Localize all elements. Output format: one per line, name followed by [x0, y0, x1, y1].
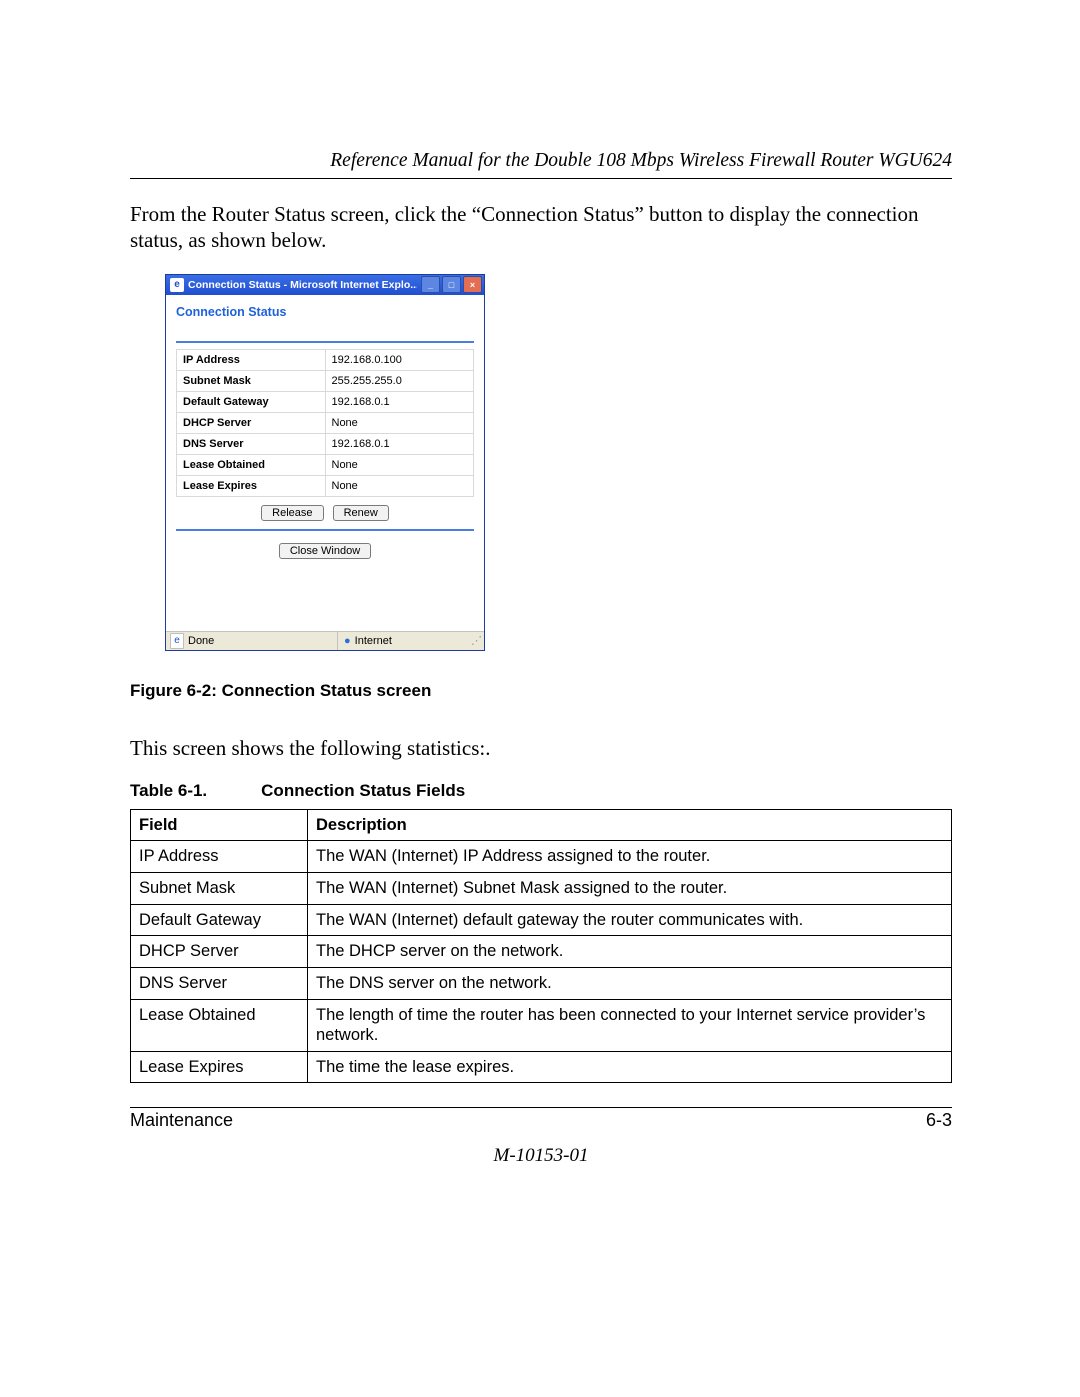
- table-caption: Table 6-1. Connection Status Fields: [130, 781, 952, 801]
- cell-description: The length of time the router has been c…: [308, 999, 952, 1051]
- cell-description: The WAN (Internet) IP Address assigned t…: [308, 841, 952, 873]
- row-value: None: [325, 454, 474, 475]
- mid-paragraph: This screen shows the following statisti…: [130, 735, 952, 761]
- row-label: IP Address: [177, 349, 326, 370]
- page-footer: Maintenance 6-3: [130, 1110, 952, 1131]
- footer-divider: [130, 1107, 952, 1108]
- cell-field: DNS Server: [131, 967, 308, 999]
- row-value: 255.255.255.0: [325, 370, 474, 391]
- row-value: None: [325, 475, 474, 496]
- cell-field: IP Address: [131, 841, 308, 873]
- table-row: Lease ObtainedNone: [177, 454, 474, 475]
- table-row: Lease ExpiresThe time the lease expires.: [131, 1051, 952, 1083]
- footer-page-number: 6-3: [926, 1110, 952, 1131]
- row-value: 192.168.0.100: [325, 349, 474, 370]
- row-label: Default Gateway: [177, 391, 326, 412]
- running-header: Reference Manual for the Double 108 Mbps…: [130, 150, 952, 172]
- connection-status-heading: Connection Status: [176, 305, 474, 319]
- document-icon: e: [170, 633, 184, 649]
- release-button[interactable]: Release: [261, 505, 323, 521]
- cell-description: The DNS server on the network.: [308, 967, 952, 999]
- table-row: Lease ObtainedThe length of time the rou…: [131, 999, 952, 1051]
- minimize-icon[interactable]: _: [421, 276, 440, 293]
- table-row: Default Gateway192.168.0.1: [177, 391, 474, 412]
- row-label: Lease Expires: [177, 475, 326, 496]
- row-label: DHCP Server: [177, 412, 326, 433]
- maximize-icon[interactable]: □: [442, 276, 461, 293]
- table-caption-label: Table 6-1.: [130, 781, 207, 800]
- divider-top: [176, 341, 474, 343]
- cell-description: The WAN (Internet) default gateway the r…: [308, 904, 952, 936]
- table-row: IP Address192.168.0.100: [177, 349, 474, 370]
- renew-button[interactable]: Renew: [333, 505, 389, 521]
- status-done-label: Done: [188, 635, 214, 647]
- ie-status-bar: e Done ● Internet ⋰: [166, 631, 484, 650]
- cell-field: Subnet Mask: [131, 873, 308, 905]
- cell-description: The DHCP server on the network.: [308, 936, 952, 968]
- connection-status-fields-table: Field Description IP AddressThe WAN (Int…: [130, 809, 952, 1084]
- row-label: Subnet Mask: [177, 370, 326, 391]
- footer-section: Maintenance: [130, 1110, 233, 1131]
- table-row: Subnet MaskThe WAN (Internet) Subnet Mas…: [131, 873, 952, 905]
- connection-status-screenshot: e Connection Status - Microsoft Internet…: [165, 274, 952, 651]
- internet-zone-icon: ●: [344, 635, 351, 647]
- figure-caption: Figure 6-2: Connection Status screen: [130, 681, 952, 701]
- row-value: 192.168.0.1: [325, 433, 474, 454]
- ie-page-icon: e: [170, 278, 184, 292]
- intro-paragraph: From the Router Status screen, click the…: [130, 201, 952, 254]
- table-row: Lease ExpiresNone: [177, 475, 474, 496]
- ie-titlebar: e Connection Status - Microsoft Internet…: [166, 275, 484, 295]
- cell-field: Default Gateway: [131, 904, 308, 936]
- row-label: Lease Obtained: [177, 454, 326, 475]
- row-label: DNS Server: [177, 433, 326, 454]
- table-header-field: Field: [131, 809, 308, 841]
- table-row: Subnet Mask255.255.255.0: [177, 370, 474, 391]
- cell-description: The WAN (Internet) Subnet Mask assigned …: [308, 873, 952, 905]
- button-row: Release Renew: [176, 497, 474, 531]
- table-row: DHCP ServerNone: [177, 412, 474, 433]
- close-window-button[interactable]: Close Window: [279, 543, 371, 559]
- resize-grip-icon: ⋰: [468, 634, 484, 647]
- cell-description: The time the lease expires.: [308, 1051, 952, 1083]
- table-row: DNS ServerThe DNS server on the network.: [131, 967, 952, 999]
- row-value: None: [325, 412, 474, 433]
- table-row: DHCP ServerThe DHCP server on the networ…: [131, 936, 952, 968]
- cell-field: Lease Expires: [131, 1051, 308, 1083]
- table-row: Default GatewayThe WAN (Internet) defaul…: [131, 904, 952, 936]
- document-id: M-10153-01: [130, 1145, 952, 1167]
- table-row: DNS Server192.168.0.1: [177, 433, 474, 454]
- ie-window: e Connection Status - Microsoft Internet…: [165, 274, 485, 651]
- ie-window-title: Connection Status - Microsoft Internet E…: [188, 279, 417, 291]
- header-divider: [130, 178, 952, 179]
- cell-field: DHCP Server: [131, 936, 308, 968]
- table-caption-title: Connection Status Fields: [261, 781, 465, 800]
- connection-status-table: IP Address192.168.0.100 Subnet Mask255.2…: [176, 349, 474, 497]
- table-row: IP AddressThe WAN (Internet) IP Address …: [131, 841, 952, 873]
- cell-field: Lease Obtained: [131, 999, 308, 1051]
- status-zone-label: Internet: [355, 635, 392, 647]
- table-header-description: Description: [308, 809, 952, 841]
- row-value: 192.168.0.1: [325, 391, 474, 412]
- close-icon[interactable]: ×: [463, 276, 482, 293]
